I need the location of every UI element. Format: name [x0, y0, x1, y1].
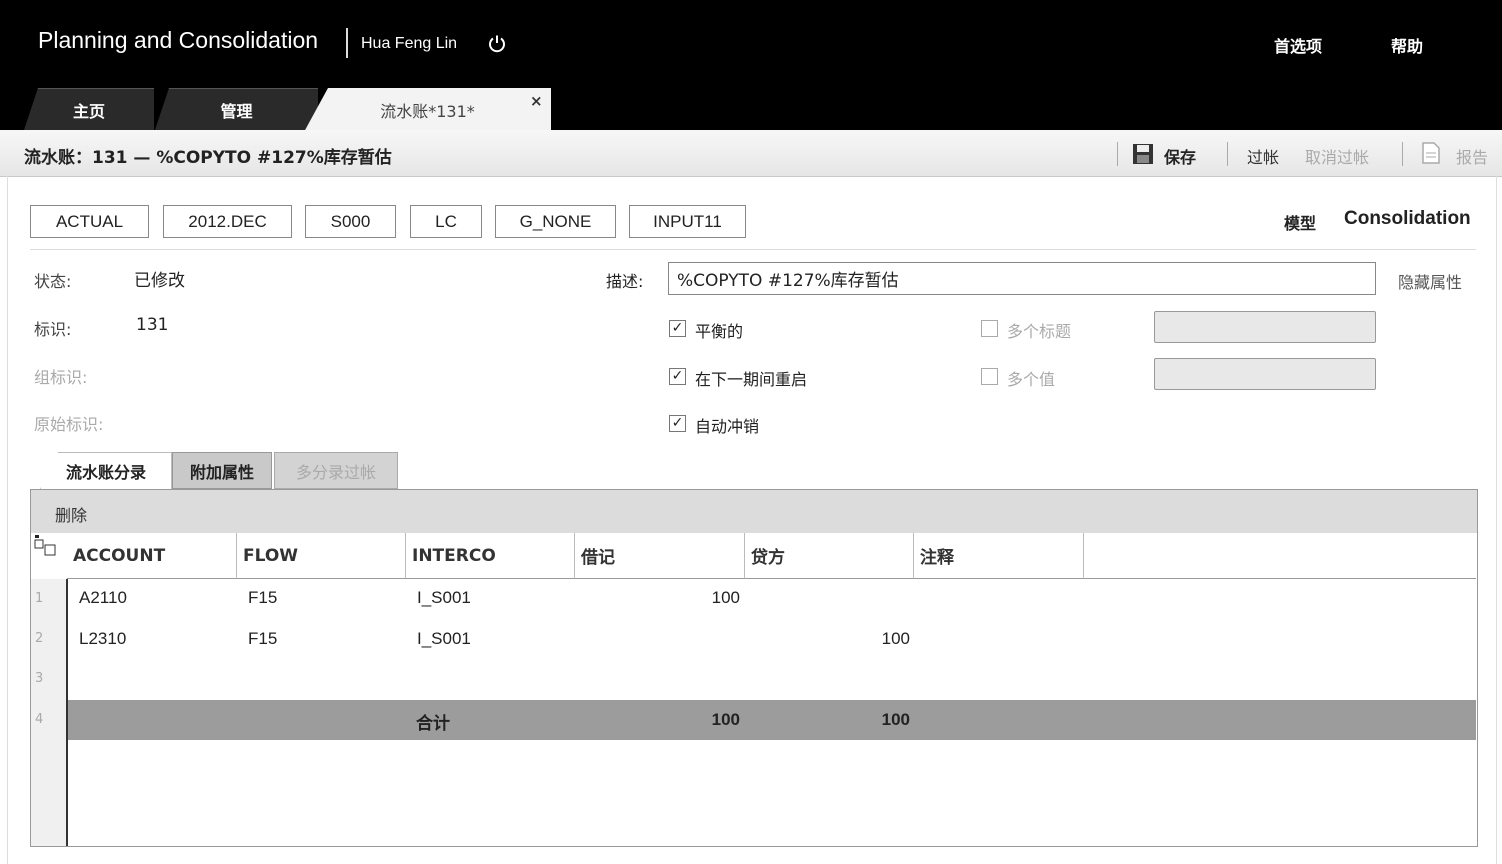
description-label: 描述:: [606, 272, 644, 291]
dimension-currency-button[interactable]: LC: [410, 205, 482, 238]
multiple-headers-label: 多个标题: [1007, 322, 1072, 341]
cell-flow[interactable]: F15: [248, 629, 277, 649]
column-header-debit[interactable]: 借记: [575, 533, 745, 579]
column-header-account[interactable]: ACCOUNT: [67, 533, 237, 579]
multiple-values-field[interactable]: [1154, 358, 1376, 390]
tab-additional-properties[interactable]: 附加属性: [172, 452, 272, 489]
multiple-headers-field[interactable]: [1154, 311, 1376, 343]
header-separator: [346, 28, 348, 58]
balanced-label: 平衡的: [695, 322, 744, 341]
app-title: Planning and Consolidation: [38, 27, 319, 53]
column-header-flow[interactable]: FLOW: [237, 533, 406, 579]
save-button[interactable]: 保存: [1164, 144, 1196, 168]
tab-home[interactable]: 主页: [24, 88, 154, 130]
cell-interco[interactable]: I_S001: [417, 629, 471, 649]
dimension-time-button[interactable]: 2012.DEC: [163, 205, 292, 238]
dimension-entity-button[interactable]: S000: [305, 205, 396, 238]
original-id-label: 原始标识:: [34, 415, 104, 434]
report-icon[interactable]: [1422, 142, 1440, 164]
hide-properties-link[interactable]: 隐藏属性: [1398, 269, 1462, 293]
column-header-empty: [1084, 533, 1476, 579]
reopen-checkbox[interactable]: ✓: [669, 368, 686, 385]
cell-account[interactable]: A2110: [79, 588, 127, 608]
user-name: Hua Feng Lin: [361, 35, 458, 52]
total-label: 合计: [416, 714, 450, 734]
dimension-audit-button[interactable]: INPUT11: [629, 205, 746, 238]
reopen-label: 在下一期间重启: [695, 370, 808, 389]
divider: [30, 249, 1476, 250]
row-number: 4: [35, 712, 44, 727]
preferences-link[interactable]: 首选项: [1274, 33, 1322, 57]
tab-journal-active[interactable]: 流水账*131*: [304, 88, 551, 132]
unpost-button[interactable]: 取消过帐: [1305, 144, 1369, 168]
id-label: 标识:: [34, 320, 72, 339]
status-label: 状态:: [34, 272, 72, 291]
auto-reverse-label: 自动冲销: [695, 417, 760, 436]
row-number: 3: [35, 671, 44, 686]
toolbar-separator: [1227, 142, 1228, 166]
journal-title: 流水账：131 — %COPYTO #127%库存暂估: [24, 148, 392, 168]
cell-credit[interactable]: 100: [770, 629, 910, 649]
column-header-interco[interactable]: INTERCO: [406, 533, 575, 579]
model-value: Consolidation: [1344, 208, 1471, 229]
tab-journal-entries[interactable]: 流水账分录: [40, 452, 172, 489]
total-credit: 100: [881, 710, 910, 729]
tab-multi-entry-posting[interactable]: 多分录过帐: [274, 452, 398, 489]
grid-toolbar: [31, 490, 1477, 533]
balanced-checkbox[interactable]: ✓: [669, 320, 686, 337]
dimension-group-button[interactable]: G_NONE: [495, 205, 616, 238]
toolbar-separator: [1117, 142, 1118, 166]
tab-manage[interactable]: 管理: [155, 88, 318, 130]
row-number: 1: [35, 591, 44, 606]
model-label: 模型: [1284, 214, 1317, 233]
id-value: 131: [136, 315, 169, 335]
tab-journal-label: 流水账*131*: [380, 102, 475, 121]
multiple-values-label: 多个值: [1007, 370, 1056, 389]
cell-interco[interactable]: I_S001: [417, 588, 471, 608]
cell-account[interactable]: L2310: [79, 629, 126, 649]
column-chooser-icon[interactable]: [31, 533, 67, 579]
help-link[interactable]: 帮助: [1391, 33, 1423, 57]
save-icon[interactable]: [1132, 143, 1154, 165]
description-input[interactable]: [668, 262, 1376, 295]
multiple-values-checkbox[interactable]: [981, 368, 998, 385]
group-id-label: 组标识:: [34, 368, 88, 387]
delete-button[interactable]: 删除: [55, 502, 87, 526]
total-debit: 100: [711, 710, 740, 729]
post-button[interactable]: 过帐: [1247, 144, 1279, 168]
cell-debit[interactable]: 100: [600, 588, 740, 608]
dimension-category-button[interactable]: ACTUAL: [30, 205, 149, 238]
report-button[interactable]: 报告: [1456, 144, 1488, 168]
status-value: 已修改: [134, 271, 185, 291]
power-icon[interactable]: [487, 34, 507, 54]
multiple-headers-checkbox[interactable]: [981, 320, 998, 337]
cell-flow[interactable]: F15: [248, 588, 277, 608]
column-header-credit[interactable]: 贷方: [745, 533, 914, 579]
column-header-comment[interactable]: 注释: [914, 533, 1084, 579]
row-number: 2: [35, 631, 44, 646]
close-tab-icon[interactable]: ×: [530, 92, 543, 110]
auto-reverse-checkbox[interactable]: ✓: [669, 415, 686, 432]
toolbar-separator: [1402, 142, 1403, 166]
